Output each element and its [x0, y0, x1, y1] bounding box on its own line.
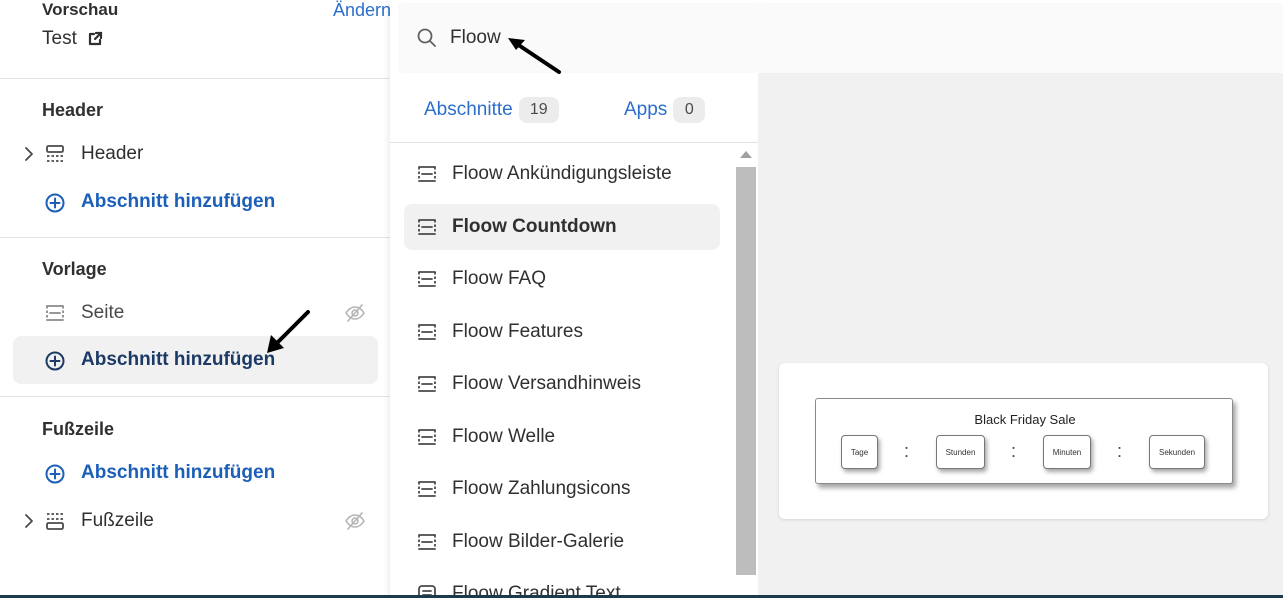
search-icon [417, 28, 436, 47]
section-list-item[interactable]: Floow Gradient Text [404, 571, 720, 598]
countdown-unit-seconds: Sekunden [1149, 435, 1205, 469]
section-layout-icon [418, 533, 436, 550]
preview-canvas: Black Friday Sale Tage : Stunden : Minut… [758, 73, 1283, 595]
countdown-unit-days: Tage [841, 435, 878, 469]
section-list-item-label: Floow Ankündigungsleiste [452, 163, 672, 184]
tab-label: Apps [624, 99, 668, 120]
section-list-item-label: Floow Versandhinweis [452, 373, 642, 394]
section-list-item[interactable]: Floow Welle [404, 414, 720, 460]
sidebar-item-page[interactable]: Seite [0, 293, 390, 333]
add-section-label: Abschnitt hinzufügen [81, 462, 276, 483]
section-layout-icon [418, 376, 436, 392]
section-list-item-label: Floow Zahlungsicons [452, 478, 631, 499]
divider [0, 78, 390, 79]
theme-name: Test [42, 28, 77, 49]
sidebar-item-header[interactable]: Header [0, 134, 390, 174]
chevron-right-icon[interactable] [22, 513, 36, 529]
section-picker-panel: Abschnitte 19 Apps 0 Floow Ankündigungsl… [390, 0, 758, 598]
sidebar-item-label: Fußzeile [81, 510, 154, 531]
picker-tabs: Abschnitte 19 Apps 0 [390, 73, 758, 143]
section-list-item-label: Floow Features [452, 320, 583, 342]
hidden-eye-icon[interactable] [344, 510, 366, 532]
sidebar-item-label: Seite [81, 302, 125, 323]
header-layout-icon [46, 145, 64, 162]
section-layout-icon [418, 166, 436, 182]
theme-preview-link[interactable]: Test [42, 28, 103, 50]
countdown-unit-hours: Stunden [936, 435, 985, 469]
add-section-label: Abschnitt hinzufügen [81, 349, 276, 370]
countdown-title: Black Friday Sale [974, 412, 1076, 427]
countdown-unit-minutes: Minuten [1043, 435, 1091, 469]
chevron-right-icon[interactable] [22, 146, 36, 162]
countdown-separator: : [1117, 441, 1123, 461]
section-preview-card: Black Friday Sale Tage : Stunden : Minut… [779, 363, 1268, 519]
template-section-title: Vorlage [42, 259, 107, 279]
section-layout-icon [46, 305, 64, 321]
section-list-item-label: Floow Welle [452, 425, 556, 447]
section-layout-icon [418, 218, 436, 235]
header-section-title: Header [42, 100, 104, 120]
add-section-header-button[interactable]: Abschnitt hinzufügen [13, 178, 378, 226]
sidebar-item-label: Header [81, 143, 144, 164]
editor-sidebar: Vorschau Ändern Test Header Header Absch… [0, 0, 391, 598]
section-layout-icon [418, 271, 436, 287]
preview-block: Vorschau Ändern Test [42, 0, 391, 78]
section-list-item[interactable]: Floow Features [404, 309, 720, 355]
tab-label: Abschnitte [424, 99, 513, 120]
add-section-footer-button[interactable]: Abschnitt hinzufügen [13, 449, 378, 497]
list-scrollbar[interactable] [734, 143, 758, 598]
annotation-arrow-icon [508, 38, 561, 74]
tab-count-badge: 0 [673, 97, 706, 123]
section-list-item[interactable]: Floow Countdown [404, 203, 720, 250]
section-list-item[interactable]: Floow Zahlungsicons [404, 466, 720, 512]
external-link-icon [88, 31, 102, 46]
plus-circle-icon [45, 464, 65, 484]
divider [0, 237, 390, 238]
preview-title: Vorschau [42, 0, 119, 19]
divider [0, 396, 390, 397]
add-section-label: Abschnitt hinzufügen [81, 191, 276, 212]
tab-sections[interactable]: Abschnitte 19 [424, 97, 559, 123]
tab-count-badge: 19 [518, 97, 559, 123]
section-list-item[interactable]: Floow Versandhinweis [404, 361, 720, 407]
plus-circle-icon [45, 193, 65, 213]
footer-section-title: Fußzeile [42, 419, 115, 439]
section-list-item-label: Floow Bilder-Galerie [452, 530, 625, 552]
change-theme-link[interactable]: Ändern [333, 0, 391, 21]
add-section-template-button[interactable]: Abschnitt hinzufügen [13, 336, 378, 384]
section-list: Floow Ankündigungsleiste Floow Countdown F… [390, 143, 734, 598]
scroll-up-arrow[interactable] [740, 151, 752, 158]
section-layout-icon [418, 428, 436, 445]
tab-apps[interactable]: Apps 0 [624, 97, 706, 123]
section-list-item[interactable]: Floow Bilder-Galerie [404, 519, 720, 565]
hidden-eye-icon[interactable] [344, 302, 366, 324]
section-list-item-label: Floow Countdown [452, 215, 617, 237]
countdown-separator: : [1011, 441, 1017, 461]
section-list-item[interactable]: Floow Ankündigungsleiste [404, 151, 720, 197]
section-list-item[interactable]: Floow FAQ [404, 256, 720, 302]
footer-layout-icon [46, 513, 64, 530]
countdown-separator: : [904, 441, 910, 461]
section-layout-icon [418, 323, 436, 340]
section-layout-icon [418, 481, 436, 497]
sidebar-item-footer[interactable]: Fußzeile [0, 501, 390, 541]
section-list-item-label: Floow FAQ [452, 268, 546, 289]
scroll-thumb[interactable] [736, 167, 756, 575]
plus-circle-icon [45, 351, 65, 371]
countdown-preview: Black Friday Sale Tage : Stunden : Minut… [815, 398, 1233, 484]
annotation-arrow-icon [267, 310, 310, 353]
